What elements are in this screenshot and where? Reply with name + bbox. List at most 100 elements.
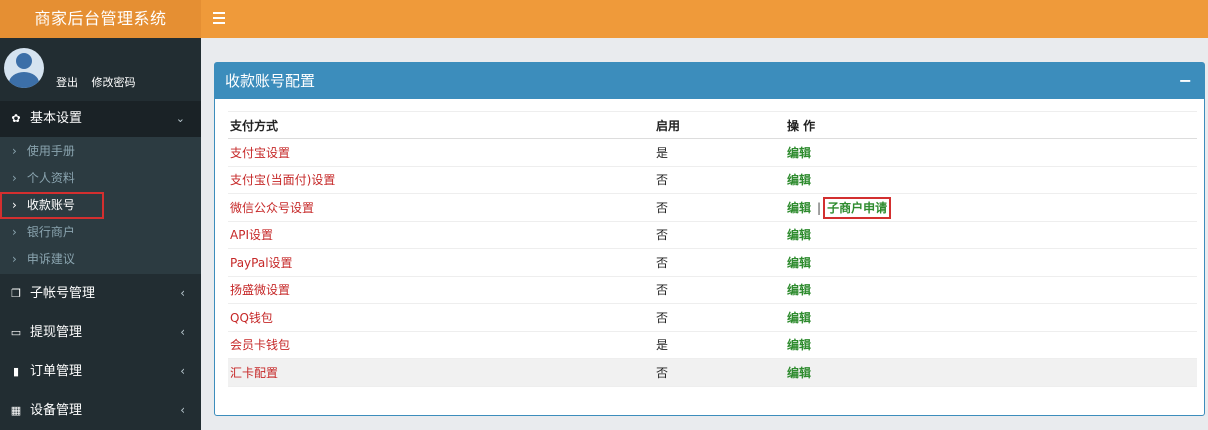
actions-cell: 编辑	[785, 358, 1197, 387]
payment-method-name[interactable]: PayPal设置	[228, 248, 654, 277]
menu-devices[interactable]: ▦ 设备管理 ‹	[0, 391, 201, 430]
enabled-cell: 否	[654, 248, 785, 277]
actions-cell: 编辑	[785, 248, 1197, 277]
sidebar-item-label: 申诉建议	[26, 252, 75, 266]
table-row: 微信公众号设置 否 编辑 | 子商户申请	[228, 193, 1197, 222]
sidebar-item-profile[interactable]: › 个人资料	[0, 165, 201, 192]
table-row: 扬盛微设置 否 编辑	[228, 276, 1197, 304]
edit-link[interactable]: 编辑	[787, 338, 811, 352]
payment-method-label[interactable]: 会员卡钱包	[230, 338, 290, 352]
actions-cell: 编辑 | 子商户申请	[785, 193, 1197, 222]
separator: |	[817, 200, 822, 215]
payment-method-name[interactable]: 扬盛微设置	[228, 276, 654, 304]
sidebar: 登出 修改密码 ✿ 基本设置 ⌄ › 使用手册 › 个人资料 › 收款账号 › 银行商户 …	[0, 38, 201, 430]
table-row: QQ钱包 否 编辑	[228, 303, 1197, 332]
payment-method-label[interactable]: 支付宝(当面付)设置	[230, 173, 335, 187]
table-row: 会员卡钱包 是 编辑	[228, 331, 1197, 359]
menu-label: 子帐号管理	[30, 286, 96, 301]
sub-merchant-apply-link[interactable]: 子商户申请	[823, 196, 892, 219]
edit-link[interactable]: 编辑	[787, 311, 811, 325]
actions-cell: 编辑	[785, 221, 1197, 249]
gear-icon: ✿	[11, 112, 21, 125]
enabled-cell: 否	[654, 358, 785, 387]
sidebar-item-manual[interactable]: › 使用手册	[0, 138, 201, 165]
payment-method-label[interactable]: PayPal设置	[230, 256, 293, 270]
payment-method-name[interactable]: 会员卡钱包	[228, 331, 654, 359]
user-panel: 登出 修改密码	[0, 38, 201, 101]
edit-link[interactable]: 编辑	[787, 146, 811, 160]
table-row: 支付宝设置 是 编辑	[228, 138, 1197, 167]
menu-sub-accounts[interactable]: ❐ 子帐号管理 ‹	[0, 274, 201, 313]
edit-link[interactable]: 编辑	[787, 201, 811, 215]
grid-icon: ▦	[10, 404, 22, 417]
edit-link[interactable]: 编辑	[787, 256, 811, 270]
menu-label: 设备管理	[30, 403, 83, 418]
chevron-left-icon: ‹	[180, 325, 185, 339]
sidebar-item-label: 使用手册	[26, 144, 75, 158]
column-header-enabled: 启用	[654, 111, 785, 139]
file-icon: ▮	[12, 365, 20, 378]
hamburger-menu-icon[interactable]	[213, 9, 225, 27]
edit-link[interactable]: 编辑	[787, 283, 811, 297]
payment-method-label[interactable]: 支付宝设置	[230, 146, 290, 160]
actions-cell: 编辑	[785, 276, 1197, 304]
chevron-left-icon: ‹	[180, 286, 185, 300]
table-row: API设置 否 编辑	[228, 221, 1197, 249]
payment-method-name[interactable]: 微信公众号设置	[228, 193, 654, 222]
edit-link[interactable]: 编辑	[787, 366, 811, 380]
collapse-icon[interactable]: −	[1179, 63, 1192, 99]
top-bar	[201, 0, 1208, 38]
sidebar-item-payment-accounts[interactable]: › 收款账号	[0, 192, 104, 219]
sidebar-item-label: 个人资料	[26, 171, 75, 185]
actions-cell: 编辑	[785, 166, 1197, 194]
menu-label: 提现管理	[30, 325, 83, 340]
payment-method-name[interactable]: 汇卡配置	[228, 358, 654, 387]
logout-link[interactable]: 登出	[56, 76, 78, 89]
table-row: 汇卡配置 否 编辑	[228, 358, 1197, 387]
enabled-cell: 否	[654, 166, 785, 194]
panel-header: 收款账号配置 −	[215, 63, 1204, 99]
enabled-cell: 否	[654, 276, 785, 304]
payment-method-name[interactable]: API设置	[228, 221, 654, 249]
menu-orders[interactable]: ▮ 订单管理 ‹	[0, 352, 201, 391]
payment-method-name[interactable]: QQ钱包	[228, 303, 654, 332]
payment-method-label[interactable]: 微信公众号设置	[230, 201, 314, 215]
chevron-down-icon: ⌄	[175, 112, 185, 125]
column-header-method: 支付方式	[228, 111, 654, 139]
menu-withdrawals[interactable]: ▭ 提现管理 ‹	[0, 313, 201, 352]
chevron-left-icon: ‹	[180, 364, 185, 378]
menu-basic-settings[interactable]: ✿ 基本设置 ⌄	[0, 101, 201, 137]
edit-link[interactable]: 编辑	[787, 173, 811, 187]
app-title: 商家后台管理系统	[0, 0, 201, 38]
change-password-link[interactable]: 修改密码	[92, 76, 136, 89]
menu-basic-settings-label: 基本设置	[30, 111, 83, 126]
payment-method-label[interactable]: QQ钱包	[230, 311, 273, 325]
sidebar-item-bank-merchant[interactable]: › 银行商户	[0, 219, 201, 246]
payment-method-name[interactable]: 支付宝(当面付)设置	[228, 166, 654, 194]
enabled-cell: 是	[654, 138, 785, 167]
payment-method-label[interactable]: 汇卡配置	[230, 366, 278, 380]
sidebar-item-complaints[interactable]: › 申诉建议	[0, 246, 201, 273]
edit-link[interactable]: 编辑	[787, 228, 811, 242]
actions-cell: 编辑	[785, 303, 1197, 332]
sidebar-item-label: 银行商户	[26, 225, 75, 239]
credit-card-icon: ▭	[10, 326, 22, 339]
copy-icon: ❐	[11, 287, 21, 300]
basic-settings-submenu: › 使用手册 › 个人资料 › 收款账号 › 银行商户 › 申诉建议	[0, 137, 201, 274]
actions-cell: 编辑	[785, 138, 1197, 167]
payment-method-label[interactable]: 扬盛微设置	[230, 283, 290, 297]
payment-method-label[interactable]: API设置	[230, 228, 273, 242]
column-header-actions: 操 作	[785, 111, 1197, 139]
enabled-cell: 否	[654, 303, 785, 332]
table-row: PayPal设置 否 编辑	[228, 248, 1197, 277]
chevron-left-icon: ‹	[180, 403, 185, 417]
table-row: 支付宝(当面付)设置 否 编辑	[228, 166, 1197, 194]
menu-label: 订单管理	[30, 364, 83, 379]
panel-title: 收款账号配置	[225, 72, 316, 90]
payment-accounts-panel: 收款账号配置 − 支付方式 启用 操 作 支付宝设置 是 编辑 支付宝(当面付)设…	[214, 62, 1205, 416]
enabled-cell: 否	[654, 193, 785, 222]
avatar	[4, 48, 44, 88]
sidebar-item-label: 收款账号	[26, 198, 75, 212]
payment-method-name[interactable]: 支付宝设置	[228, 138, 654, 167]
actions-cell: 编辑	[785, 331, 1197, 359]
